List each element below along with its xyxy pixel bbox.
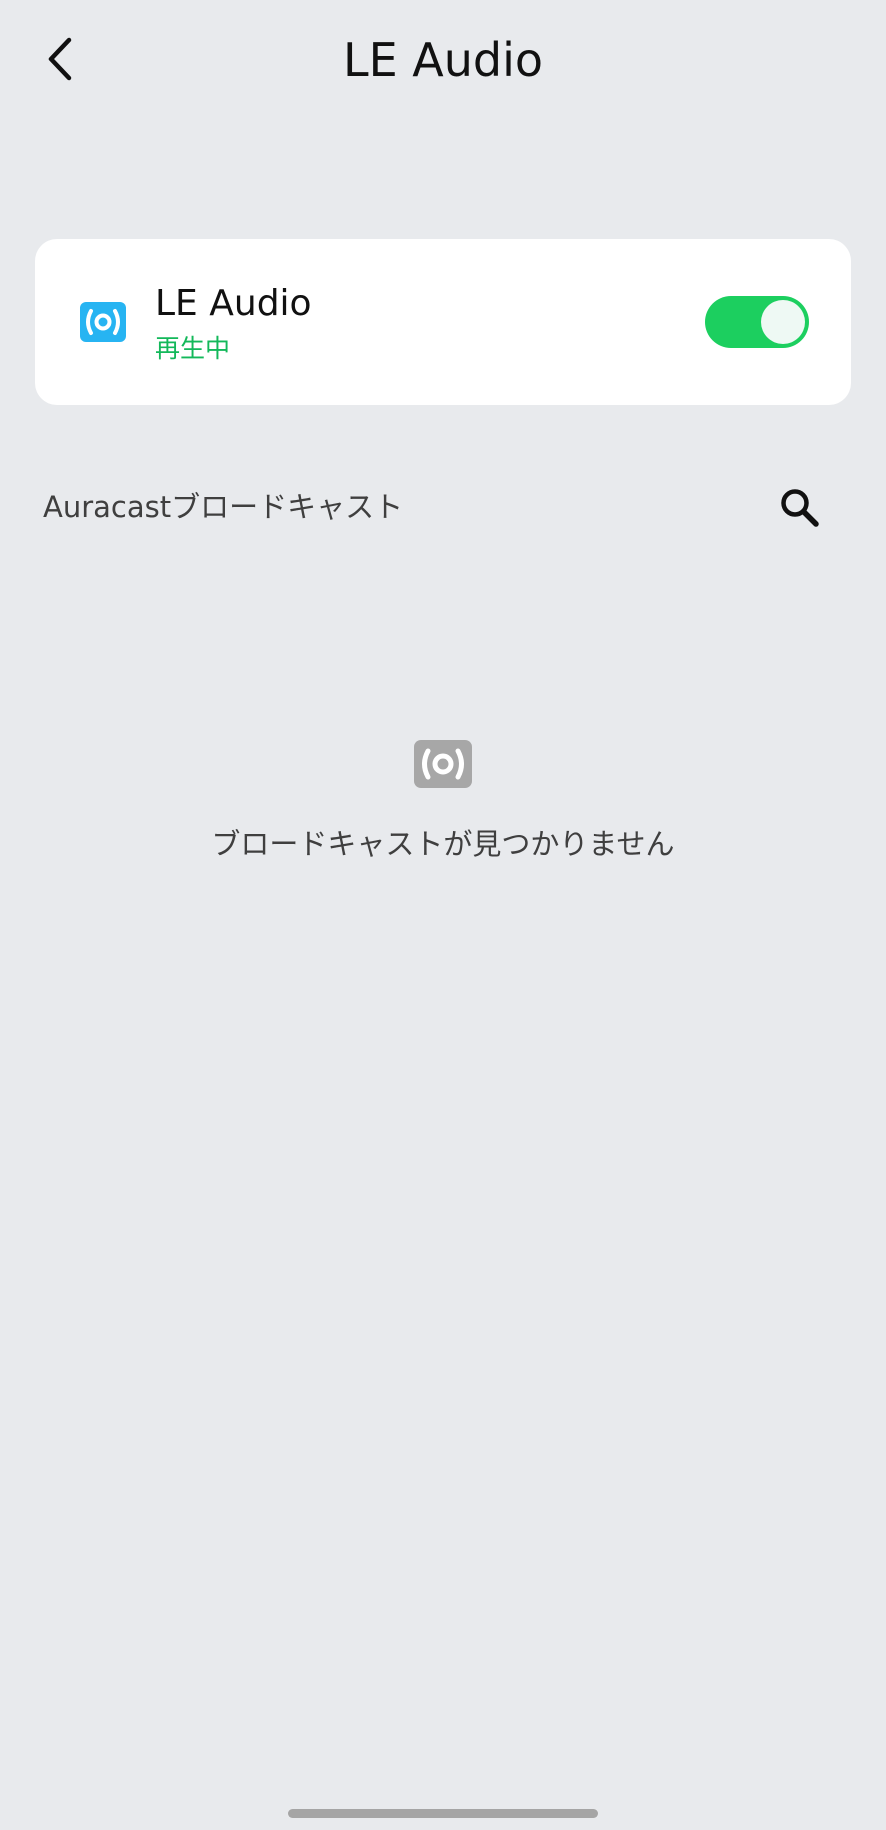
page-title: LE Audio xyxy=(342,33,544,87)
le-audio-toggle[interactable] xyxy=(705,296,809,348)
broadcast-icon xyxy=(80,302,126,342)
empty-state-text: ブロードキャストが見つかりません xyxy=(211,827,675,861)
top-app-bar: LE Audio xyxy=(0,0,886,120)
home-indicator[interactable] xyxy=(288,1809,598,1818)
search-icon xyxy=(781,489,819,527)
broadcast-icon xyxy=(414,740,472,788)
playback-status: 再生中 xyxy=(155,334,231,363)
card-title: LE Audio xyxy=(155,283,312,324)
search-button[interactable] xyxy=(774,482,826,534)
section-label: Auracastブロードキャスト xyxy=(43,490,404,524)
toggle-knob xyxy=(761,300,805,344)
